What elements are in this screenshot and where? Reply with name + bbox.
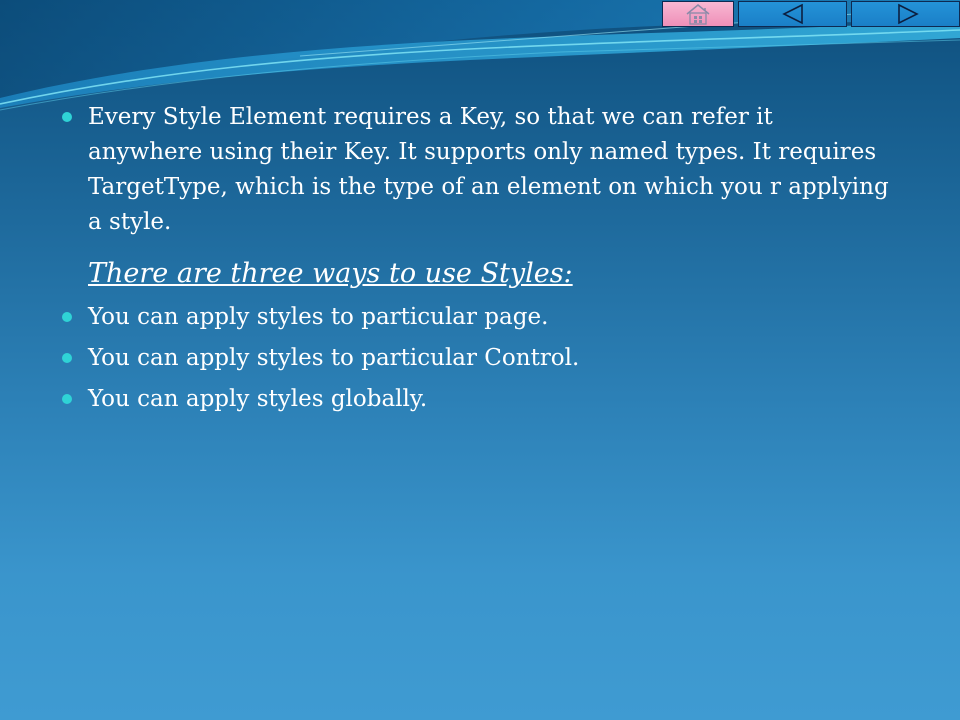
subheading: There are three ways to use Styles: (88, 258, 573, 289)
bullet-paragraph: Every Style Element requires a Key, so t… (62, 100, 892, 240)
next-slide-button[interactable] (851, 1, 960, 27)
slide-content: Every Style Element requires a Key, so t… (62, 100, 892, 417)
previous-slide-button[interactable] (738, 1, 847, 27)
triangle-right-icon (898, 3, 919, 25)
list-item: You can apply styles to particular page. (62, 300, 892, 335)
home-button[interactable] (662, 1, 734, 27)
list-item: You can apply styles to particular Contr… (62, 341, 892, 376)
list-item: You can apply styles globally. (62, 382, 892, 417)
slide-navigation (662, 1, 960, 27)
home-icon (686, 4, 710, 25)
triangle-left-icon (782, 3, 803, 25)
